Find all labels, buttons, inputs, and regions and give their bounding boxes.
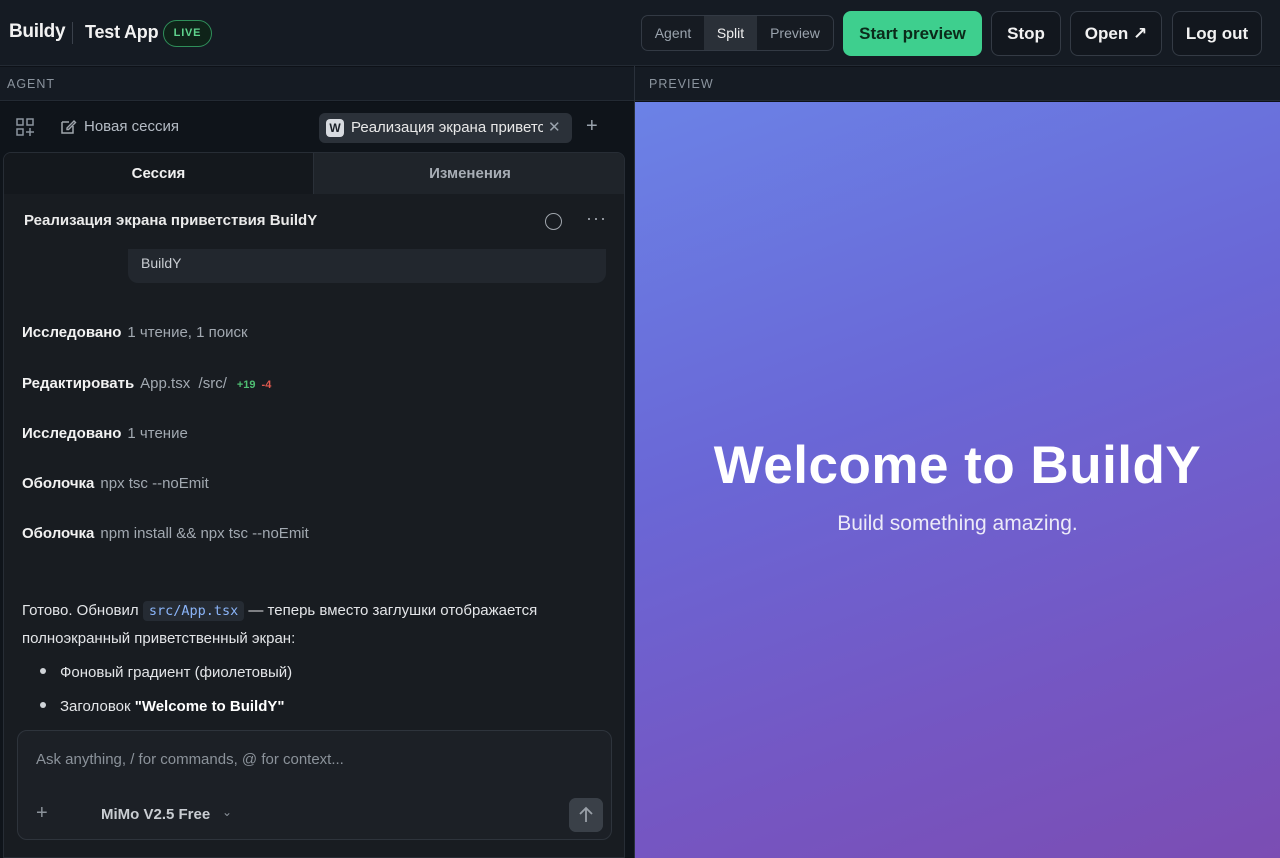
session-tab-title: Реализация экрана приветствия BuildY (351, 119, 543, 136)
list-item: Заголовок "Welcome to BuildY" (40, 698, 285, 715)
summary-text: Готово. Обновил (22, 602, 143, 619)
preview-subtitle: Build something amazing. (837, 512, 1078, 535)
action-verb: Исследовано (22, 324, 122, 341)
inline-code: src/App.tsx (142, 601, 245, 621)
previous-user-message: BuildY (128, 249, 606, 283)
session-card: Сессия Изменения Реализация экрана приве… (3, 152, 625, 858)
view-mode-agent[interactable]: Agent (642, 16, 704, 50)
top-bar: Buildy Test App LIVE Agent Split Preview… (0, 0, 1280, 66)
preview-panel-header: PREVIEW (635, 67, 1280, 101)
tab-session[interactable]: Сессия (4, 153, 314, 194)
list-item-bold: "Welcome to BuildY" (134, 698, 285, 715)
start-preview-button[interactable]: Start preview (843, 11, 982, 56)
add-tab-icon[interactable]: + (586, 115, 598, 138)
agent-panel-header: AGENT (0, 67, 634, 101)
bullet-icon (40, 668, 46, 674)
open-button[interactable]: Open ↗ (1070, 11, 1162, 56)
action-verb: Оболочка (22, 475, 95, 492)
log-out-button[interactable]: Log out (1172, 11, 1262, 56)
action-detail: npx tsc --noEmit (100, 475, 209, 492)
action-verb: Редактировать (22, 375, 135, 392)
action-row[interactable]: Редактировать App.tsx /src/ +19 -4 (22, 375, 271, 392)
previous-message-text: BuildY (141, 255, 182, 271)
action-detail: App.tsx /src/ (140, 375, 227, 392)
session-tabs-row: Новая сессия W Реализация экрана приветс… (0, 102, 634, 152)
close-icon[interactable]: ✕ (548, 118, 561, 136)
session-tab-badge: W (326, 119, 344, 137)
attach-plus-icon[interactable]: + (36, 802, 48, 825)
stop-button[interactable]: Stop (991, 11, 1061, 56)
action-verb: Исследовано (22, 425, 122, 442)
tab-changes[interactable]: Изменения (314, 153, 624, 194)
bullet-icon (40, 702, 46, 708)
live-badge: LIVE (163, 20, 212, 47)
brand-logo[interactable]: Buildy (9, 21, 66, 43)
view-mode-split[interactable]: Split (704, 16, 757, 50)
assistant-summary: Готово. Обновил src/App.tsx — теперь вме… (22, 597, 602, 652)
session-view-tabs: Сессия Изменения (4, 153, 624, 194)
composer-input[interactable]: Ask anything, / for commands, @ for cont… (36, 751, 344, 768)
action-verb: Оболочка (22, 525, 95, 542)
agent-panel: Новая сессия W Реализация экрана приветс… (0, 102, 634, 858)
lines-removed: -4 (261, 379, 272, 391)
action-row[interactable]: Исследовано 1 чтение (22, 425, 188, 442)
view-mode-preview[interactable]: Preview (757, 16, 833, 50)
chevron-down-icon[interactable]: ⌄ (222, 805, 232, 819)
action-row[interactable]: Исследовано 1 чтение, 1 поиск (22, 324, 248, 341)
conversation-title: Реализация экрана приветствия BuildY (24, 212, 318, 229)
action-row[interactable]: Оболочка npm install && npx tsc --noEmit (22, 525, 309, 542)
new-session-button[interactable]: Новая сессия (84, 118, 179, 135)
preview-pane[interactable]: Welcome to BuildY Build something amazin… (635, 102, 1280, 858)
preview-heading: Welcome to BuildY (713, 436, 1202, 495)
edit-icon[interactable] (59, 118, 77, 136)
more-options-icon[interactable]: ··· (586, 208, 607, 229)
list-item-text: Заголовок (60, 698, 135, 715)
grid-add-icon[interactable] (15, 117, 35, 137)
action-detail: npm install && npx tsc --noEmit (100, 525, 309, 542)
lines-added: +19 (236, 379, 256, 391)
model-selector[interactable]: MiMo V2.5 Free (101, 806, 210, 823)
action-detail: 1 чтение, 1 поиск (127, 324, 248, 341)
header-divider (72, 22, 73, 44)
message-composer[interactable]: Ask anything, / for commands, @ for cont… (17, 730, 612, 840)
view-mode-switch: Agent Split Preview (641, 15, 834, 51)
send-arrow-icon[interactable] (569, 798, 603, 832)
app-name: Test App (85, 22, 159, 42)
status-circle-icon[interactable] (545, 213, 562, 230)
action-detail: 1 чтение (127, 425, 188, 442)
list-item-text: Фоновый градиент (фиолетовый) (60, 664, 293, 681)
session-tab[interactable]: W Реализация экрана приветствия BuildY ✕ (319, 113, 572, 143)
action-row[interactable]: Оболочка npx tsc --noEmit (22, 475, 209, 492)
list-item: Фоновый градиент (фиолетовый) (40, 664, 292, 681)
